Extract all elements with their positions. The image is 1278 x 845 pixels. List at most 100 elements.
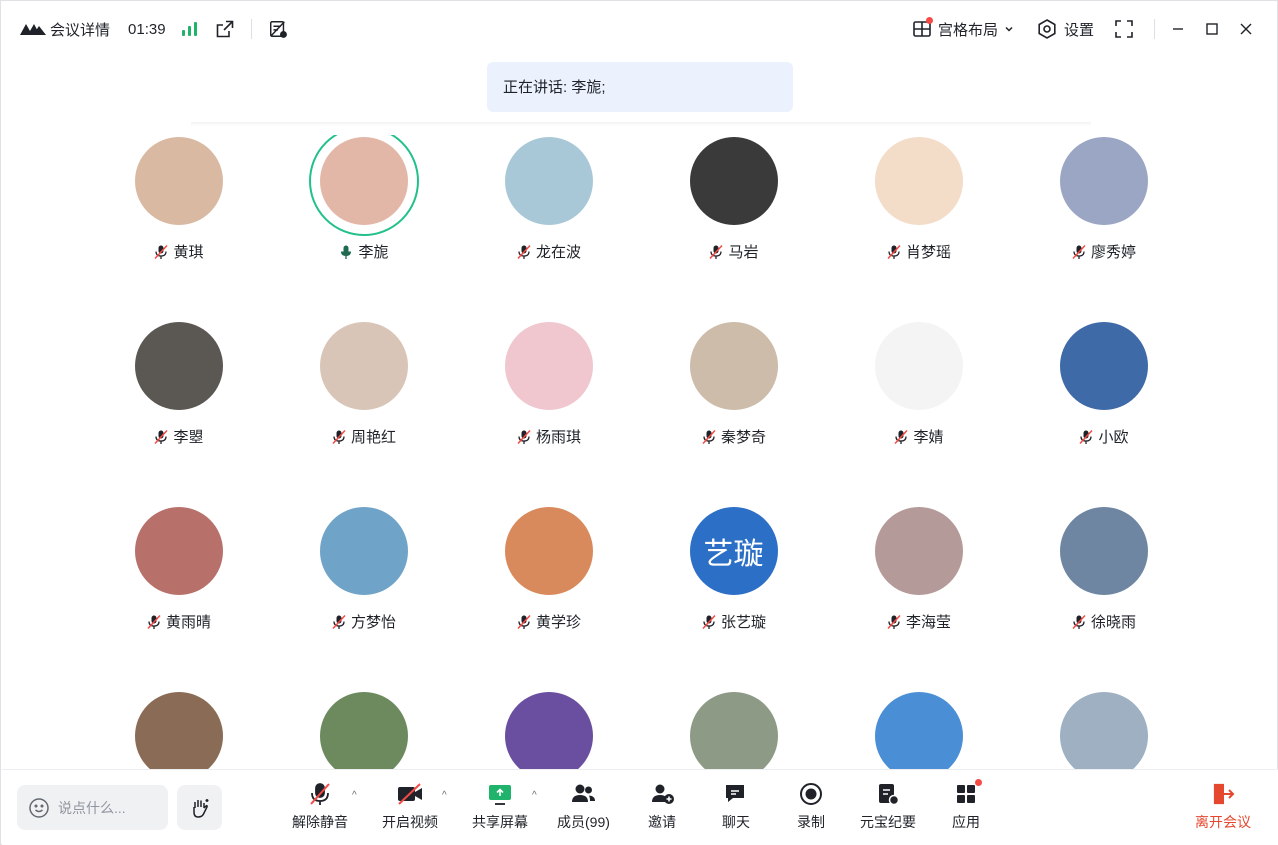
avatar	[134, 322, 223, 410]
participant-tile[interactable]	[826, 690, 1011, 769]
leave-label: 离开会议	[1195, 814, 1251, 830]
record-label: 录制	[797, 814, 825, 830]
mic-muted-icon	[517, 614, 531, 629]
emoji-icon[interactable]	[28, 797, 50, 819]
maximize-icon[interactable]	[1195, 15, 1229, 43]
minimize-icon[interactable]	[1161, 15, 1195, 43]
avatar	[874, 692, 963, 769]
participant-tile[interactable]	[456, 690, 641, 769]
participant-tile[interactable]: 龙在波	[456, 135, 641, 275]
unmute-button[interactable]: 解除静音	[292, 780, 348, 832]
chat-placeholder: 说点什么...	[58, 799, 126, 816]
members-icon	[569, 780, 597, 808]
meeting-window: 会议详情 01:39 宫格布局 设置 正在讲话: 李旎; 黄琪 李旎 龙在波 马…	[0, 0, 1278, 845]
participant-tile[interactable]: 李曌	[86, 320, 271, 460]
participant-tile[interactable]: 李旎	[271, 135, 456, 275]
participant-name-line: 李旎	[338, 241, 389, 262]
invite-button[interactable]: 邀请	[648, 780, 676, 832]
apps-notify-dot	[975, 779, 982, 786]
fullscreen-icon[interactable]	[1114, 19, 1134, 39]
participant-name: 李婧	[913, 429, 944, 446]
avatar	[504, 137, 593, 225]
participant-tile[interactable]: 周艳红	[271, 320, 456, 460]
participant-tile[interactable]: 秦梦奇	[641, 320, 826, 460]
participant-row: 黄雨晴 方梦怡黄学珍 艺璇 张艺璇 李海莹徐晓雨	[86, 505, 1196, 690]
mic-muted-icon	[702, 429, 716, 444]
avatar	[504, 507, 593, 595]
avatar-frame	[133, 135, 225, 227]
avatar	[134, 507, 223, 595]
mic-active-icon	[341, 245, 352, 259]
participant-tile[interactable]: 黄琪	[86, 135, 271, 275]
participant-tile[interactable]	[641, 690, 826, 769]
participant-name: 周艳红	[350, 429, 396, 446]
mic-muted-icon	[147, 614, 161, 629]
participant-name-line: 杨雨琪	[516, 426, 581, 447]
participant-tile[interactable]: 黄雨晴	[86, 505, 271, 645]
participant-tile[interactable]	[86, 690, 271, 769]
layout-label: 宫格布局	[937, 21, 998, 39]
participant-row	[86, 690, 1196, 769]
summary-button[interactable]: 元宝纪要	[860, 780, 916, 832]
participant-name-line: 徐晓雨	[1071, 611, 1136, 632]
participant-tile[interactable]: 黄学珍	[456, 505, 641, 645]
avatar-frame	[318, 505, 410, 597]
avatar-frame	[318, 690, 410, 769]
meeting-notes-icon[interactable]	[268, 19, 288, 39]
meeting-timer: 01:39	[128, 20, 166, 38]
layout-switch-button[interactable]: 宫格布局	[912, 16, 1014, 40]
avatar-frame	[503, 690, 595, 769]
participant-name: 廖秀婷	[1090, 244, 1136, 261]
video-options-caret-icon[interactable]: ^	[442, 790, 447, 801]
participant-tile[interactable]	[1011, 690, 1196, 769]
participant-tile[interactable]: 方梦怡	[271, 505, 456, 645]
chat-icon	[722, 780, 750, 808]
participant-tile[interactable]: 李海莹	[826, 505, 1011, 645]
close-icon[interactable]	[1229, 15, 1263, 43]
members-button[interactable]: 成员(99)	[557, 780, 610, 832]
participant-tile[interactable]: 廖秀婷	[1011, 135, 1196, 275]
avatar-frame: 艺璇	[688, 505, 780, 597]
participant-name: 徐晓雨	[1090, 614, 1136, 631]
participant-tile[interactable]: 李婧	[826, 320, 1011, 460]
participant-name-line: 黄琪	[153, 241, 204, 262]
participant-tile[interactable]: 肖梦瑶	[826, 135, 1011, 275]
add-user-icon	[648, 780, 676, 808]
participant-tile[interactable]	[271, 690, 456, 769]
quick-chat-input[interactable]: 说点什么...	[17, 785, 168, 830]
apps-label: 应用	[952, 814, 980, 830]
speaking-indicator-ring	[308, 135, 419, 236]
start-video-button[interactable]: 开启视频	[382, 780, 438, 832]
title-bar-right: 宫格布局 设置	[912, 15, 1277, 43]
share-options-caret-icon[interactable]: ^	[532, 790, 537, 801]
chat-button[interactable]: 聊天	[722, 780, 750, 832]
participant-name: 肖梦瑶	[905, 244, 951, 261]
unmute-label: 解除静音	[292, 814, 348, 830]
audio-options-caret-icon[interactable]: ^	[352, 790, 357, 801]
participant-tile[interactable]: 杨雨琪	[456, 320, 641, 460]
settings-label: 设置	[1063, 21, 1094, 39]
mic-muted-icon	[1072, 244, 1086, 259]
layout-notify-dot	[925, 16, 933, 24]
record-button[interactable]: 录制	[797, 780, 825, 832]
participant-name: 小欧	[1098, 429, 1129, 446]
meeting-info-button[interactable]: 会议详情	[50, 19, 110, 40]
title-divider	[250, 19, 252, 39]
avatar	[874, 507, 963, 595]
avatar-frame	[873, 690, 965, 769]
signal-strength-icon[interactable]	[181, 22, 197, 36]
leave-meeting-button[interactable]: 离开会议	[1195, 780, 1251, 832]
share-screen-button[interactable]: 共享屏幕	[472, 780, 528, 832]
participant-tile[interactable]: 艺璇 张艺璇	[641, 505, 826, 645]
participant-tile[interactable]: 徐晓雨	[1011, 505, 1196, 645]
participant-tile[interactable]: 马岩	[641, 135, 826, 275]
popout-icon[interactable]	[215, 19, 235, 39]
apps-button[interactable]: 应用	[952, 779, 982, 832]
participant-name: 龙在波	[535, 244, 581, 261]
raise-hand-button[interactable]	[177, 785, 222, 830]
participant-name-line: 黄学珍	[516, 611, 581, 632]
participant-tile[interactable]: 小欧	[1011, 320, 1196, 460]
participant-name-line: 秦梦奇	[701, 426, 766, 447]
settings-button[interactable]: 设置	[1036, 18, 1094, 40]
avatar	[1059, 507, 1148, 595]
